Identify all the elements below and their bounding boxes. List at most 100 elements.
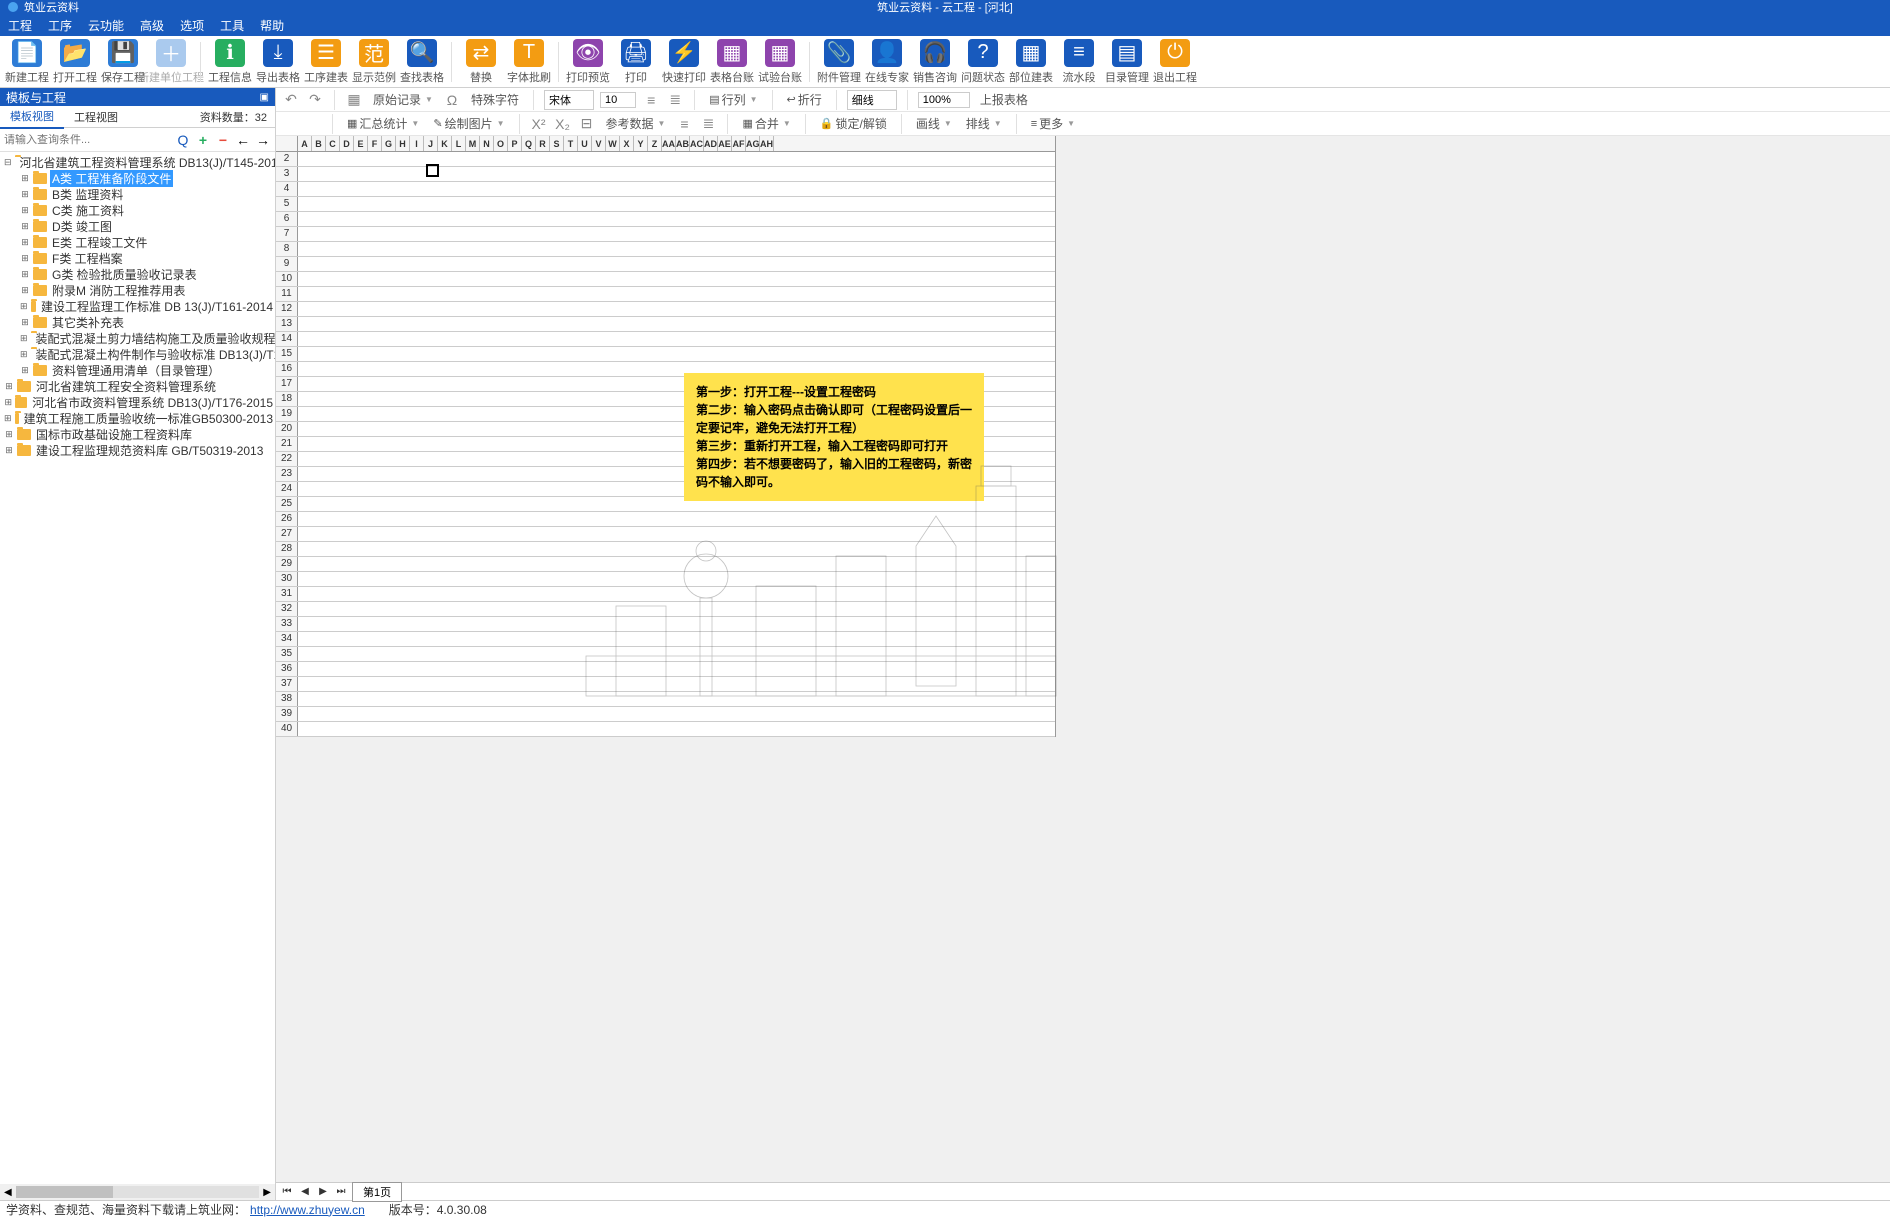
tree-item[interactable]: ⊞建设工程监理工作标准 DB 13(J)/T161-2014 [0, 298, 275, 314]
row-header[interactable]: 10 [276, 272, 298, 286]
toolbar-替换[interactable]: ⇄替换 [458, 38, 504, 86]
toolbar-问题状态[interactable]: ?问题状态 [960, 38, 1006, 86]
strike-icon[interactable]: ⊟ [578, 115, 596, 133]
row-header[interactable]: 34 [276, 632, 298, 646]
col-header[interactable]: AH [760, 136, 774, 151]
menu-选项[interactable]: 选项 [180, 17, 204, 34]
toolbar-目录管理[interactable]: ▤目录管理 [1104, 38, 1150, 86]
col-header[interactable]: Q [522, 136, 536, 151]
menu-工序[interactable]: 工序 [48, 17, 72, 34]
col-header[interactable]: AF [732, 136, 746, 151]
row-header[interactable]: 17 [276, 377, 298, 391]
tree-item[interactable]: ⊞资料管理通用清单（目录管理） [0, 362, 275, 378]
raw-record-button[interactable]: 原始记录▼ [369, 89, 437, 110]
col-header[interactable]: V [592, 136, 606, 151]
col-header[interactable]: N [480, 136, 494, 151]
col-header[interactable]: AD [704, 136, 718, 151]
panel-pin-icon[interactable]: ▣ [260, 92, 269, 103]
toolbar-流水段[interactable]: ≡流水段 [1056, 38, 1102, 86]
col-header[interactable]: S [550, 136, 564, 151]
toolbar-附件管理[interactable]: 📎附件管理 [816, 38, 862, 86]
more-button[interactable]: ≡ 更多▼ [1027, 113, 1079, 134]
toolbar-退出工程[interactable]: ⏻退出工程 [1152, 38, 1198, 86]
tree-item[interactable]: ⊞国标市政基础设施工程资料库 [0, 426, 275, 442]
record-icon[interactable]: ▦ [345, 91, 363, 109]
align-v-icon[interactable]: ≣ [699, 115, 717, 133]
menu-高级[interactable]: 高级 [140, 17, 164, 34]
row-header[interactable]: 28 [276, 542, 298, 556]
toolbar-新建单位工程[interactable]: ＋新建单位工程 [148, 38, 194, 86]
row-header[interactable]: 20 [276, 422, 298, 436]
tree-item[interactable]: ⊞河北省建筑工程安全资料管理系统 [0, 378, 275, 394]
row-header[interactable]: 22 [276, 452, 298, 466]
row-header[interactable]: 35 [276, 647, 298, 661]
row-header[interactable]: 5 [276, 197, 298, 211]
col-header[interactable]: Y [634, 136, 648, 151]
col-header[interactable]: C [326, 136, 340, 151]
col-header[interactable]: R [536, 136, 550, 151]
row-header[interactable]: 29 [276, 557, 298, 571]
col-header[interactable]: B [312, 136, 326, 151]
tree-item[interactable]: ⊞装配式混凝土剪力墙结构施工及质量验收规程 DB13(J)/T182 [0, 330, 275, 346]
toolbar-打印[interactable]: 🖨打印 [613, 38, 659, 86]
row-header[interactable]: 30 [276, 572, 298, 586]
col-header[interactable]: P [508, 136, 522, 151]
toolbar-在线专家[interactable]: 👤在线专家 [864, 38, 910, 86]
row-header[interactable]: 32 [276, 602, 298, 616]
row-header[interactable]: 21 [276, 437, 298, 451]
tree-item[interactable]: ⊞建筑工程施工质量验收统一标准GB50300-2013 [0, 410, 275, 426]
prev-icon[interactable]: ← [235, 132, 251, 148]
col-header[interactable]: W [606, 136, 620, 151]
col-header[interactable]: E [354, 136, 368, 151]
row-header[interactable]: 23 [276, 467, 298, 481]
toolbar-字体批刷[interactable]: T字体批刷 [506, 38, 552, 86]
col-header[interactable]: K [438, 136, 452, 151]
tree-item[interactable]: ⊞F类 工程档案 [0, 250, 275, 266]
col-header[interactable]: D [340, 136, 354, 151]
col-header[interactable]: O [494, 136, 508, 151]
tree-item[interactable]: ⊞C类 施工资料 [0, 202, 275, 218]
line-style-select[interactable]: 细线 [847, 90, 897, 110]
col-header[interactable]: Z [648, 136, 662, 151]
row-header[interactable]: 7 [276, 227, 298, 241]
add-icon[interactable]: + [195, 132, 211, 148]
row-header[interactable]: 33 [276, 617, 298, 631]
status-link[interactable]: http://www.zhuyew.cn [250, 1203, 365, 1217]
lock-button[interactable]: 🔒 锁定/解锁 [816, 113, 891, 134]
tree-item[interactable]: ⊞建设工程监理规范资料库 GB/T50319-2013 [0, 442, 275, 458]
sort-button[interactable]: 排线▼ [962, 113, 1006, 134]
row-header[interactable]: 36 [276, 662, 298, 676]
omega-icon[interactable]: Ω [443, 91, 461, 109]
tree-item[interactable]: ⊞B类 监理资料 [0, 186, 275, 202]
ref-data-button[interactable]: 参考数据▼ [602, 113, 670, 134]
tab-project-view[interactable]: 工程视图 [64, 106, 128, 128]
next-icon[interactable]: → [255, 132, 271, 148]
align-left-icon[interactable]: ≡ [642, 91, 660, 109]
tree-item[interactable]: ⊞D类 竣工图 [0, 218, 275, 234]
zoom-select[interactable]: 100% [918, 92, 970, 108]
select-all-corner[interactable] [276, 136, 298, 151]
toolbar-快速打印[interactable]: ⚡快速打印 [661, 38, 707, 86]
tree-item[interactable]: ⊞A类 工程准备阶段文件 [0, 170, 275, 186]
sheet-prev-icon[interactable]: ◀ [298, 1186, 312, 1197]
sum-stat-button[interactable]: ▦ 汇总统计▼ [343, 113, 423, 134]
menu-工具[interactable]: 工具 [220, 17, 244, 34]
row-header[interactable]: 15 [276, 347, 298, 361]
col-header[interactable]: M [466, 136, 480, 151]
row-header[interactable]: 4 [276, 182, 298, 196]
tree-item[interactable]: ⊟河北省建筑工程资料管理系统 DB13(J)/T145-2012 [0, 154, 275, 170]
sheet-next-icon[interactable]: ▶ [316, 1186, 330, 1197]
row-header[interactable]: 40 [276, 722, 298, 736]
row-header[interactable]: 31 [276, 587, 298, 601]
subscript-icon[interactable]: X₂ [554, 115, 572, 133]
tree-item[interactable]: ⊞附录M 消防工程推荐用表 [0, 282, 275, 298]
row-header[interactable]: 37 [276, 677, 298, 691]
tree-item[interactable]: ⊞其它类补充表 [0, 314, 275, 330]
row-header[interactable]: 12 [276, 302, 298, 316]
drawline-button[interactable]: 画线▼ [912, 113, 956, 134]
left-scrollbar[interactable]: ◀ ▶ [0, 1184, 275, 1200]
col-header[interactable]: X [620, 136, 634, 151]
row-header[interactable]: 18 [276, 392, 298, 406]
toolbar-销售咨询[interactable]: 🎧销售咨询 [912, 38, 958, 86]
toolbar-打印预览[interactable]: 👁打印预览 [565, 38, 611, 86]
